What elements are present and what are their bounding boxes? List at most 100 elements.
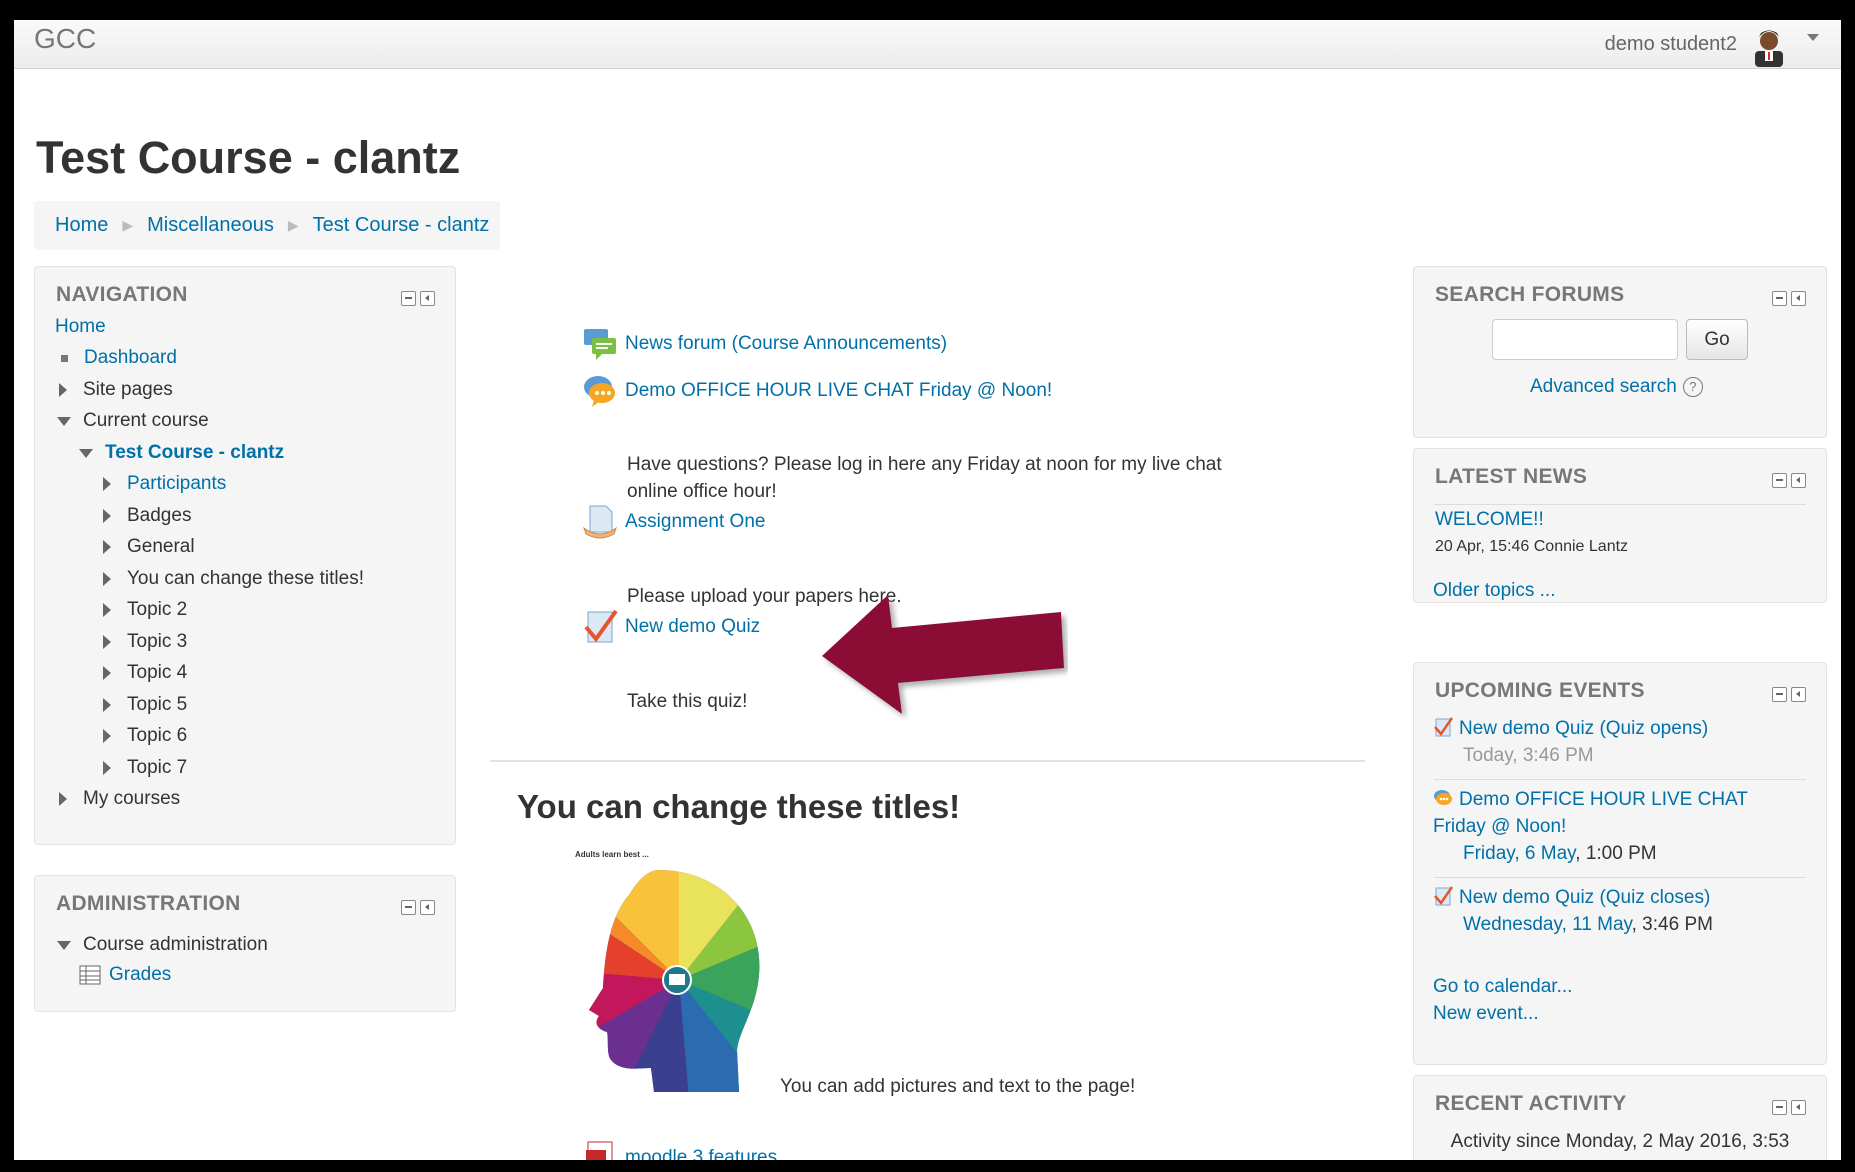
admin-grades[interactable]: Grades xyxy=(109,964,171,986)
user-menu[interactable]: demo student2 xyxy=(1605,20,1819,69)
nav-topic-3[interactable]: Topic 3 xyxy=(127,631,187,653)
nav-participants[interactable]: Participants xyxy=(127,473,226,495)
divider xyxy=(1434,877,1806,878)
expand-icon[interactable] xyxy=(103,509,111,523)
search-go-button[interactable]: Go xyxy=(1686,319,1748,360)
news-forum-link[interactable]: News forum (Course Announcements) xyxy=(625,333,947,355)
grades-icon xyxy=(79,965,101,985)
nav-current-course[interactable]: Current course xyxy=(83,410,209,432)
user-menu-caret-icon[interactable] xyxy=(1807,34,1819,41)
user-avatar-icon[interactable] xyxy=(1747,23,1791,67)
block-controls xyxy=(401,900,435,915)
nav-badges[interactable]: Badges xyxy=(127,505,191,527)
minimize-icon[interactable] xyxy=(1772,291,1787,306)
dock-icon[interactable] xyxy=(1791,1100,1806,1115)
nav-general[interactable]: General xyxy=(127,536,195,558)
moodle-features-link[interactable]: moodle 3 features xyxy=(625,1147,777,1160)
go-to-calendar-link[interactable]: Go to calendar... xyxy=(1433,976,1572,998)
live-chat-description-line: Have questions? Please log in here any F… xyxy=(627,454,1222,475)
block-controls xyxy=(1772,473,1806,488)
nav-topic-6[interactable]: Topic 6 xyxy=(127,725,187,747)
nav-topic-4[interactable]: Topic 4 xyxy=(127,662,187,684)
dock-icon[interactable] xyxy=(1791,687,1806,702)
nav-section-titles[interactable]: You can change these titles! xyxy=(127,568,364,590)
minimize-icon[interactable] xyxy=(1772,687,1787,702)
quiz-link[interactable]: New demo Quiz xyxy=(625,616,760,638)
breadcrumb-miscellaneous[interactable]: Miscellaneous xyxy=(147,214,274,237)
site-brand[interactable]: GCC xyxy=(34,23,96,55)
news-item-link[interactable]: WELCOME!! xyxy=(1435,509,1544,531)
divider xyxy=(1434,779,1806,780)
breadcrumb-course[interactable]: Test Course - clantz xyxy=(313,214,490,237)
expand-icon[interactable] xyxy=(103,603,111,617)
navigation-block: NAVIGATION Home Dashboard Site pages Cur… xyxy=(34,266,456,845)
expand-icon[interactable] xyxy=(103,729,111,743)
event-quiz-opens-link[interactable]: New demo Quiz (Quiz opens) xyxy=(1459,718,1708,739)
search-forums-input[interactable] xyxy=(1492,319,1678,360)
block-controls xyxy=(1772,687,1806,702)
expand-icon[interactable] xyxy=(59,792,67,806)
live-chat-link[interactable]: Demo OFFICE HOUR LIVE CHAT Friday @ Noon… xyxy=(625,380,1052,402)
nav-my-courses[interactable]: My courses xyxy=(83,788,180,810)
breadcrumb-separator-icon: ▶ xyxy=(122,217,134,233)
minimize-icon[interactable] xyxy=(1772,1100,1787,1115)
minimize-icon[interactable] xyxy=(401,900,416,915)
block-controls xyxy=(1772,291,1806,306)
block-controls xyxy=(1772,1100,1806,1115)
advanced-search-link[interactable]: Advanced search xyxy=(1530,376,1677,398)
chat-icon xyxy=(582,373,618,409)
dock-icon[interactable] xyxy=(420,900,435,915)
activity-live-chat[interactable]: Demo OFFICE HOUR LIVE CHAT Friday @ Noon… xyxy=(582,373,1052,409)
expand-icon[interactable] xyxy=(103,572,111,586)
event-live-chat-link-cont[interactable]: Friday @ Noon! xyxy=(1433,816,1566,837)
nav-site-pages[interactable]: Site pages xyxy=(83,379,173,401)
event-quiz-closes-date[interactable]: Wednesday, 11 May xyxy=(1463,914,1632,935)
assignment-link[interactable]: Assignment One xyxy=(625,511,765,533)
older-topics-link[interactable]: Older topics ... xyxy=(1433,580,1556,602)
head-illustration: Adults learn best ... xyxy=(559,850,774,1100)
breadcrumb-home[interactable]: Home xyxy=(55,214,108,237)
section-text: You can add pictures and text to the pag… xyxy=(780,1076,1136,1097)
expand-icon[interactable] xyxy=(103,698,111,712)
user-name[interactable]: demo student2 xyxy=(1605,33,1737,56)
admin-course-administration[interactable]: Course administration xyxy=(83,934,268,956)
event-quiz-opens-time: Today, 3:46 PM xyxy=(1463,745,1594,766)
expand-icon[interactable] xyxy=(103,477,111,491)
expand-icon[interactable] xyxy=(103,666,111,680)
collapse-icon[interactable] xyxy=(79,448,93,458)
section-divider xyxy=(490,760,1365,762)
divider xyxy=(1434,504,1806,505)
expand-icon[interactable] xyxy=(103,635,111,649)
minimize-icon[interactable] xyxy=(401,291,416,306)
help-icon[interactable]: ? xyxy=(1682,377,1703,397)
dock-icon[interactable] xyxy=(420,291,435,306)
activity-quiz[interactable]: New demo Quiz xyxy=(582,609,760,645)
new-event-link[interactable]: New event... xyxy=(1433,1003,1539,1025)
expand-icon[interactable] xyxy=(103,761,111,775)
nav-topic-5[interactable]: Topic 5 xyxy=(127,694,187,716)
event-quiz-closes-link[interactable]: New demo Quiz (Quiz closes) xyxy=(1459,887,1710,908)
nav-topic-2[interactable]: Topic 2 xyxy=(127,599,187,621)
nav-home[interactable]: Home xyxy=(55,316,106,338)
assignment-icon xyxy=(582,504,618,540)
activity-assignment[interactable]: Assignment One xyxy=(582,504,765,540)
event-live-chat-date[interactable]: Friday, 6 May xyxy=(1463,843,1575,864)
upcoming-events-block: UPCOMING EVENTS New demo Quiz (Quiz open… xyxy=(1413,662,1827,1065)
expand-icon[interactable] xyxy=(103,540,111,554)
activity-moodle-features[interactable]: moodle 3 features xyxy=(582,1140,777,1160)
dock-icon[interactable] xyxy=(1791,473,1806,488)
nav-dashboard[interactable]: Dashboard xyxy=(84,347,177,369)
activity-news-forum[interactable]: News forum (Course Announcements) xyxy=(582,326,947,362)
bullet-icon xyxy=(61,354,68,362)
collapse-icon[interactable] xyxy=(57,416,71,426)
nav-course[interactable]: Test Course - clantz xyxy=(105,442,284,464)
nav-topic-7[interactable]: Topic 7 xyxy=(127,757,187,779)
collapse-icon[interactable] xyxy=(57,940,71,950)
dock-icon[interactable] xyxy=(1791,291,1806,306)
head-graphic-icon xyxy=(589,870,760,1092)
event-live-chat-link[interactable]: Demo OFFICE HOUR LIVE CHAT xyxy=(1459,789,1748,810)
minimize-icon[interactable] xyxy=(1772,473,1787,488)
recent-activity-since-line: Activity since Monday, 2 May 2016, 3:53 xyxy=(1450,1131,1790,1152)
expand-icon[interactable] xyxy=(59,383,67,397)
latest-news-title: LATEST NEWS xyxy=(1435,465,1588,488)
